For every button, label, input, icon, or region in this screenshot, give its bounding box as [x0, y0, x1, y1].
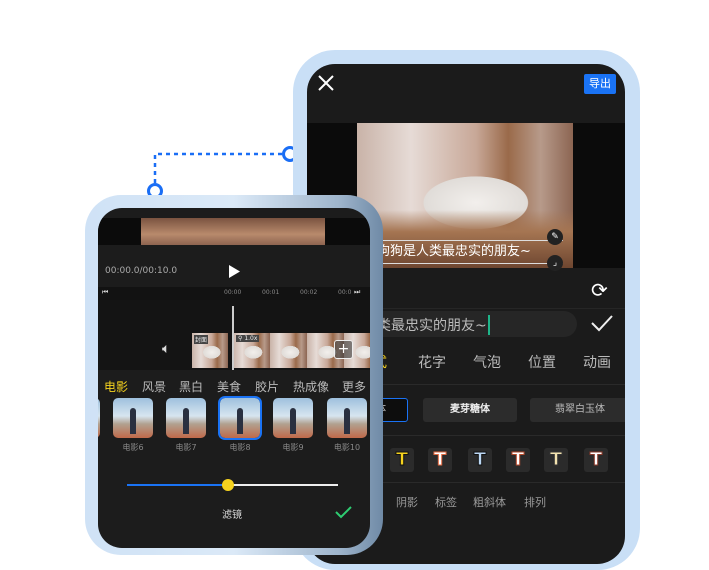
text-style-preset[interactable]: T: [506, 448, 530, 472]
filter-thumbnail[interactable]: [113, 398, 153, 438]
close-icon[interactable]: [317, 74, 335, 92]
tab-bubble[interactable]: 气泡: [473, 352, 501, 372]
font-option[interactable]: 翡翠白玉体: [530, 398, 625, 422]
subtitle-text[interactable]: 狗狗是人类最忠实的朋友~: [377, 240, 563, 264]
edit-icon[interactable]: ✎: [547, 229, 563, 245]
volume-icon[interactable]: 🔈︎: [162, 341, 170, 357]
filter-tab-thermal[interactable]: 热成像: [293, 378, 329, 395]
font-option[interactable]: 麦芽糖体: [423, 398, 517, 422]
ruler-tick: 00:01: [262, 289, 280, 296]
filter-label: 电影9: [282, 443, 304, 452]
cover-clip[interactable]: 封面: [192, 333, 228, 368]
filter-label: 电影6: [122, 443, 144, 452]
skip-start-icon[interactable]: ⏮: [102, 288, 108, 297]
ruler-tick: 00:02: [300, 289, 318, 296]
filter-label: 电影7: [175, 443, 197, 452]
tab-shadow[interactable]: 阴影: [396, 494, 418, 510]
filter-tab-scenery[interactable]: 风景: [142, 378, 166, 395]
filter-label: 电影8: [229, 443, 251, 452]
filter-tab-food[interactable]: 美食: [217, 378, 241, 395]
time-display: 00:00.0/00:10.0: [105, 266, 178, 276]
rotate-icon[interactable]: ⟳: [591, 278, 608, 302]
intensity-slider[interactable]: [127, 479, 338, 491]
text-input-value: 类最忠实的朋友~: [377, 315, 490, 335]
tab-arrange[interactable]: 排列: [524, 494, 546, 510]
ruler-tick: 00:0: [338, 289, 352, 296]
text-style-preset[interactable]: T: [428, 448, 452, 472]
skip-end-icon[interactable]: ⏭: [354, 288, 360, 297]
filter-thumbnail[interactable]: [98, 398, 100, 438]
filter-label: 电影10: [333, 443, 361, 452]
playhead[interactable]: [232, 306, 234, 370]
text-style-preset[interactable]: T: [584, 448, 608, 472]
text-style-preset[interactable]: T: [390, 448, 414, 472]
tab-label[interactable]: 标签: [435, 494, 457, 510]
add-clip-button[interactable]: +: [334, 340, 353, 359]
cover-label: 封面: [194, 335, 209, 344]
tab-position[interactable]: 位置: [528, 352, 556, 372]
resize-icon[interactable]: ⌟: [547, 255, 563, 271]
play-icon[interactable]: [228, 265, 240, 278]
filter-tab-film[interactable]: 胶片: [255, 378, 279, 395]
filter-editor-screen: 00:00.0/00:10.0 ⏮ ⏭ 00:00 00:01 00:02 00…: [98, 208, 370, 548]
text-style-preset[interactable]: T: [544, 448, 568, 472]
filter-tab-more[interactable]: 更多: [342, 378, 366, 395]
filter-thumbnail[interactable]: [218, 396, 262, 440]
slider-knob[interactable]: [222, 479, 235, 491]
text-style-preset[interactable]: T: [468, 448, 492, 472]
confirm-check-icon[interactable]: [335, 506, 352, 519]
video-preview: [98, 218, 370, 245]
timeline[interactable]: ⏮ ⏭ 00:00 00:01 00:02 00:0 🔈︎ 封面 ⚲ 1.0x …: [98, 287, 370, 370]
ruler-tick: 00:00: [224, 289, 242, 296]
speed-badge: ⚲ 1.0x: [236, 335, 260, 342]
tab-bold-italic[interactable]: 粗斜体: [473, 494, 506, 510]
filter-tab-bw[interactable]: 黑白: [179, 378, 203, 395]
filter-thumbnail[interactable]: [327, 398, 367, 438]
confirm-check-icon[interactable]: [591, 314, 613, 332]
filter-thumbnail[interactable]: [166, 398, 206, 438]
tab-animation[interactable]: 动画: [583, 352, 611, 372]
export-button[interactable]: 导出: [584, 74, 616, 94]
tab-fancy-text[interactable]: 花字: [418, 352, 446, 372]
filter-tab-movie[interactable]: 电影: [104, 378, 128, 395]
filter-thumbnail[interactable]: [273, 398, 313, 438]
panel-title: 滤镜: [222, 510, 242, 521]
video-clip[interactable]: ⚲ 1.0x +: [233, 333, 370, 368]
video-frame: [141, 218, 325, 245]
